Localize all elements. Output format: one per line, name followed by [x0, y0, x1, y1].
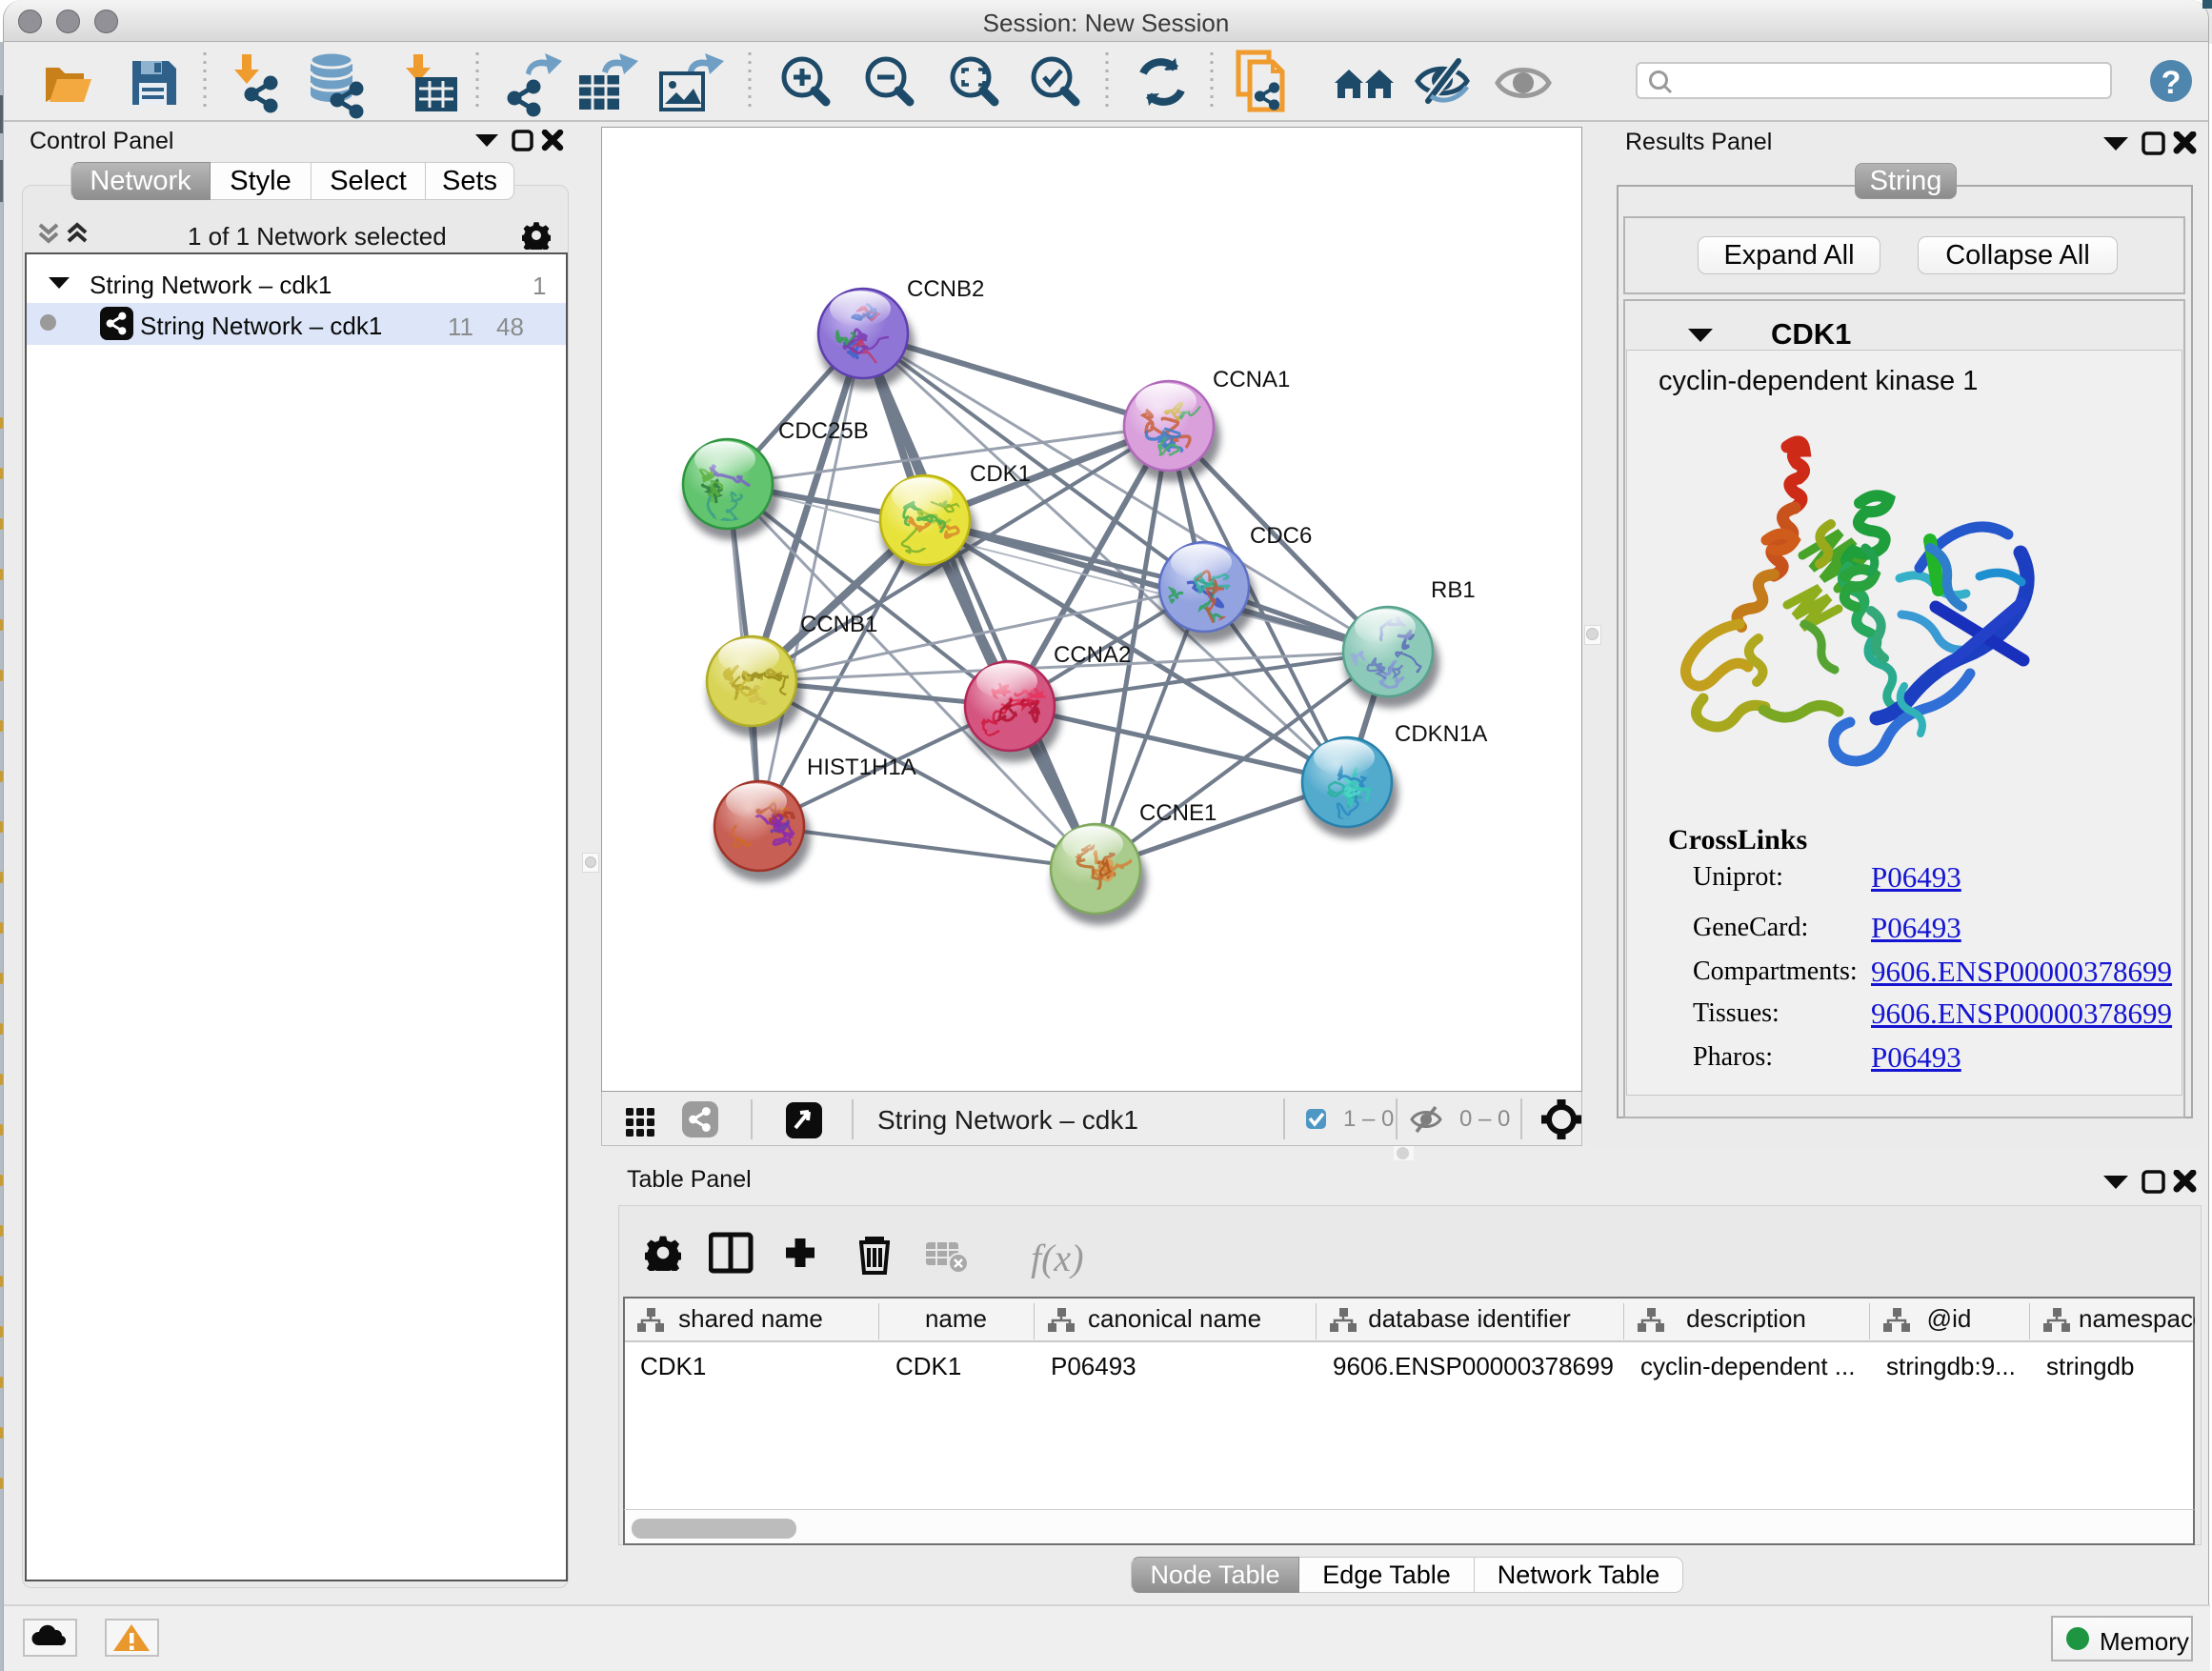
svg-text:0 – 0: 0 – 0 [1459, 1106, 1510, 1132]
svg-text:CDC25B: CDC25B [778, 418, 869, 444]
svg-text:CDK1: CDK1 [970, 461, 1031, 487]
svg-text:RB1: RB1 [1431, 577, 1476, 603]
svg-text:CCNB1: CCNB1 [800, 612, 877, 637]
svg-text:f(x): f(x) [1031, 1237, 1084, 1278]
svg-text:?: ? [2162, 65, 2182, 101]
svg-text:CDC6: CDC6 [1250, 523, 1312, 549]
svg-text:CCNB2: CCNB2 [907, 276, 984, 302]
svg-text:1 – 0: 1 – 0 [1343, 1106, 1394, 1132]
svg-text:CCNA1: CCNA1 [1213, 367, 1290, 393]
svg-text:CCNA2: CCNA2 [1054, 642, 1131, 668]
svg-text:HIST1H1A: HIST1H1A [807, 755, 916, 780]
svg-text:CDKN1A: CDKN1A [1395, 721, 1487, 747]
svg-text:CCNE1: CCNE1 [1139, 800, 1217, 826]
